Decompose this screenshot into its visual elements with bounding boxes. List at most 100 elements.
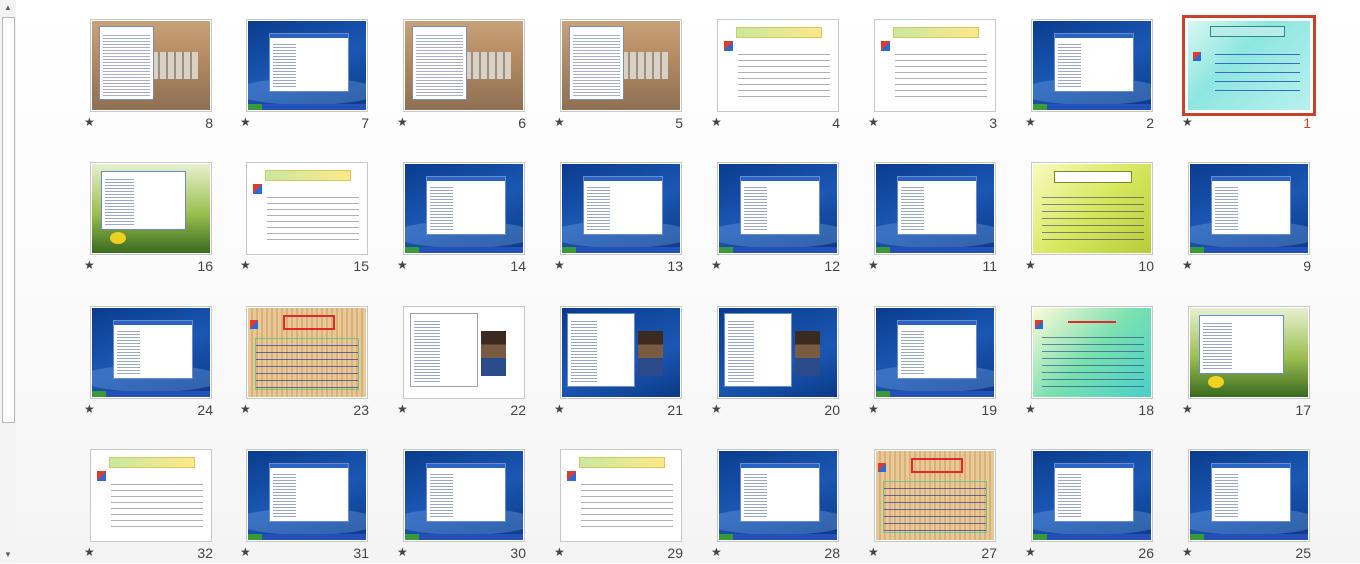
slide-thumbnail[interactable]: ★ 22 bbox=[397, 306, 532, 421]
animation-star-icon[interactable]: ★ bbox=[1025, 402, 1036, 416]
vertical-scrollbar[interactable]: ▲ ▼ bbox=[0, 0, 17, 563]
slide-thumbnail[interactable]: ★ 29 bbox=[554, 449, 689, 564]
slide-preview[interactable] bbox=[560, 449, 682, 542]
animation-star-icon[interactable]: ★ bbox=[397, 115, 408, 129]
slide-preview[interactable] bbox=[1188, 449, 1310, 542]
slide-thumbnail[interactable]: ★ 12 bbox=[711, 162, 846, 277]
animation-star-icon[interactable]: ★ bbox=[1182, 402, 1193, 416]
slide-preview[interactable] bbox=[1188, 306, 1310, 399]
slide-preview[interactable] bbox=[717, 306, 839, 399]
slide-thumbnail[interactable]: ★ 26 bbox=[1025, 449, 1160, 564]
slide-preview[interactable] bbox=[874, 449, 996, 542]
animation-star-icon[interactable]: ★ bbox=[1025, 258, 1036, 272]
slide-thumbnail[interactable]: ★ 10 bbox=[1025, 162, 1160, 277]
slide-thumbnail[interactable]: ★ 7 bbox=[240, 19, 375, 134]
animation-star-icon[interactable]: ★ bbox=[397, 545, 408, 559]
slide-thumbnail[interactable]: ★ 21 bbox=[554, 306, 689, 421]
slide-thumbnail[interactable]: ★ 24 bbox=[84, 306, 219, 421]
animation-star-icon[interactable]: ★ bbox=[1182, 115, 1193, 129]
slide-thumbnail[interactable]: ★ 6 bbox=[397, 19, 532, 134]
animation-star-icon[interactable]: ★ bbox=[397, 402, 408, 416]
animation-star-icon[interactable]: ★ bbox=[1182, 545, 1193, 559]
scroll-up-arrow-icon[interactable]: ▲ bbox=[0, 0, 16, 16]
slide-preview[interactable] bbox=[246, 306, 368, 399]
animation-star-icon[interactable]: ★ bbox=[711, 115, 722, 129]
animation-star-icon[interactable]: ★ bbox=[84, 258, 95, 272]
slide-thumbnail[interactable]: ★ 32 bbox=[84, 449, 219, 564]
scroll-down-arrow-icon[interactable]: ▼ bbox=[0, 547, 16, 563]
animation-star-icon[interactable]: ★ bbox=[554, 258, 565, 272]
slide-thumbnail[interactable]: ★ 27 bbox=[868, 449, 1003, 564]
slide-preview[interactable] bbox=[717, 19, 839, 112]
slide-thumbnail[interactable]: ★ 14 bbox=[397, 162, 532, 277]
slide-thumbnail[interactable]: ★ 5 bbox=[554, 19, 689, 134]
slide-preview[interactable] bbox=[90, 19, 212, 112]
slide-preview[interactable] bbox=[1031, 162, 1153, 255]
slide-thumbnail[interactable]: ★ 3 bbox=[868, 19, 1003, 134]
slide-preview[interactable] bbox=[246, 449, 368, 542]
slide-thumbnail[interactable]: ★ 1 bbox=[1182, 15, 1317, 134]
slide-thumbnail[interactable]: ★ 28 bbox=[711, 449, 846, 564]
animation-star-icon[interactable]: ★ bbox=[84, 545, 95, 559]
animation-star-icon[interactable]: ★ bbox=[397, 258, 408, 272]
animation-star-icon[interactable]: ★ bbox=[84, 115, 95, 129]
slide-preview[interactable] bbox=[403, 449, 525, 542]
animation-star-icon[interactable]: ★ bbox=[868, 115, 879, 129]
slide-thumbnail[interactable]: ★ 9 bbox=[1182, 162, 1317, 277]
slide-preview[interactable] bbox=[90, 449, 212, 542]
slide-thumbnail[interactable]: ★ 23 bbox=[240, 306, 375, 421]
slide-preview[interactable] bbox=[1031, 449, 1153, 542]
animation-star-icon[interactable]: ★ bbox=[1025, 115, 1036, 129]
animation-star-icon[interactable]: ★ bbox=[554, 545, 565, 559]
slide-thumbnail[interactable]: ★ 20 bbox=[711, 306, 846, 421]
slide-thumbnail[interactable]: ★ 17 bbox=[1182, 306, 1317, 421]
slide-preview[interactable] bbox=[90, 162, 212, 255]
animation-star-icon[interactable]: ★ bbox=[711, 258, 722, 272]
animation-star-icon[interactable]: ★ bbox=[240, 258, 251, 272]
animation-star-icon[interactable]: ★ bbox=[1182, 258, 1193, 272]
slide-preview[interactable] bbox=[874, 19, 996, 112]
animation-star-icon[interactable]: ★ bbox=[868, 258, 879, 272]
animation-star-icon[interactable]: ★ bbox=[868, 545, 879, 559]
slide-preview[interactable] bbox=[1031, 19, 1153, 112]
slide-preview[interactable] bbox=[1031, 306, 1153, 399]
slide-preview[interactable] bbox=[874, 306, 996, 399]
animation-star-icon[interactable]: ★ bbox=[240, 545, 251, 559]
scroll-thumb[interactable] bbox=[2, 17, 15, 423]
slide-preview[interactable] bbox=[246, 19, 368, 112]
slide-preview[interactable] bbox=[1188, 162, 1310, 255]
slide-preview[interactable] bbox=[717, 449, 839, 542]
slide-preview[interactable] bbox=[717, 162, 839, 255]
slide-thumbnail[interactable]: ★ 15 bbox=[240, 162, 375, 277]
slide-preview[interactable] bbox=[403, 162, 525, 255]
slide-thumbnail[interactable]: ★ 19 bbox=[868, 306, 1003, 421]
slide-thumbnail[interactable]: ★ 18 bbox=[1025, 306, 1160, 421]
animation-star-icon[interactable]: ★ bbox=[1025, 545, 1036, 559]
slide-preview[interactable] bbox=[874, 162, 996, 255]
slide-preview[interactable] bbox=[560, 306, 682, 399]
slide-preview[interactable] bbox=[1182, 15, 1316, 116]
slide-preview[interactable] bbox=[403, 306, 525, 399]
slide-thumbnail[interactable]: ★ 30 bbox=[397, 449, 532, 564]
slide-preview[interactable] bbox=[90, 306, 212, 399]
slide-preview[interactable] bbox=[560, 19, 682, 112]
slide-preview[interactable] bbox=[246, 162, 368, 255]
slide-preview[interactable] bbox=[560, 162, 682, 255]
slide-thumbnail[interactable]: ★ 25 bbox=[1182, 449, 1317, 564]
animation-star-icon[interactable]: ★ bbox=[84, 402, 95, 416]
slide-thumbnail[interactable]: ★ 2 bbox=[1025, 19, 1160, 134]
animation-star-icon[interactable]: ★ bbox=[711, 402, 722, 416]
slide-thumbnail[interactable]: ★ 13 bbox=[554, 162, 689, 277]
animation-star-icon[interactable]: ★ bbox=[240, 402, 251, 416]
animation-star-icon[interactable]: ★ bbox=[240, 115, 251, 129]
slide-thumbnail[interactable]: ★ 11 bbox=[868, 162, 1003, 277]
animation-star-icon[interactable]: ★ bbox=[868, 402, 879, 416]
slide-thumbnail[interactable]: ★ 16 bbox=[84, 162, 219, 277]
animation-star-icon[interactable]: ★ bbox=[554, 115, 565, 129]
slide-thumbnail[interactable]: ★ 8 bbox=[84, 19, 219, 134]
slide-thumbnail[interactable]: ★ 4 bbox=[711, 19, 846, 134]
slide-thumbnail[interactable]: ★ 31 bbox=[240, 449, 375, 564]
slide-preview[interactable] bbox=[403, 19, 525, 112]
animation-star-icon[interactable]: ★ bbox=[554, 402, 565, 416]
animation-star-icon[interactable]: ★ bbox=[711, 545, 722, 559]
